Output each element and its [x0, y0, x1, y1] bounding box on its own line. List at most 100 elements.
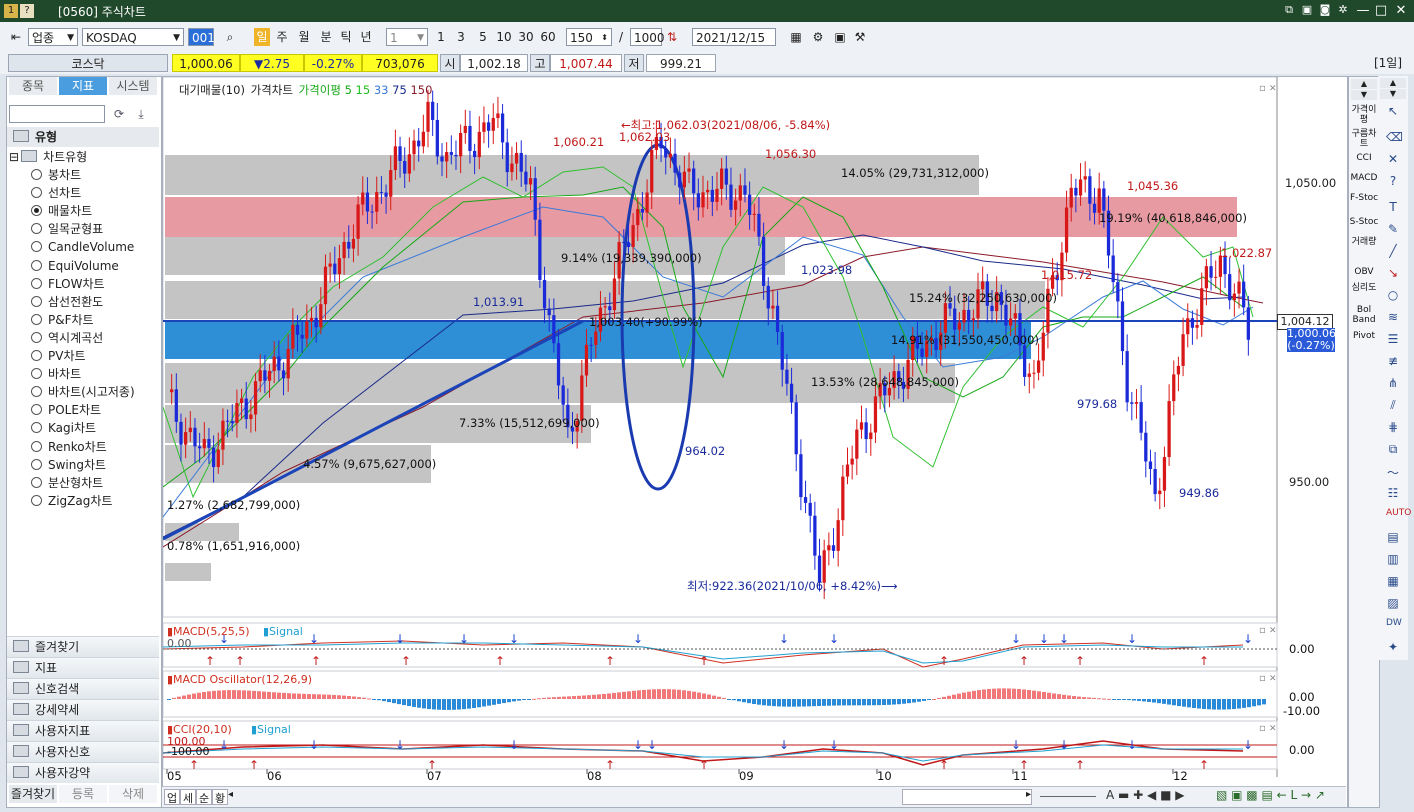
tab-stock[interactable]: 종목 — [9, 77, 57, 95]
indicator-button[interactable]: 심리도 — [1349, 283, 1379, 293]
indicator-button[interactable]: CCI — [1349, 153, 1379, 163]
fan-icon[interactable]: ⋔ — [1386, 376, 1400, 390]
chart-type-item[interactable]: 봉차트 — [7, 166, 157, 184]
maximize-button[interactable]: □ — [1372, 3, 1390, 18]
chart-type-item[interactable]: 역시계곡선 — [7, 329, 157, 347]
period-tick[interactable]: 틱 — [338, 28, 354, 46]
search-icon[interactable]: ⌕ — [220, 28, 240, 46]
chart-type-item[interactable]: Swing차트 — [7, 456, 157, 474]
download-icon[interactable]: ⤓ — [133, 105, 149, 123]
tool-icon[interactable]: ⚒ — [852, 28, 868, 46]
left-bottom-tab[interactable]: 삭제 — [109, 785, 157, 803]
folder-item[interactable]: 사용자지표 — [7, 720, 159, 741]
options-icon[interactable]: ⚙ — [810, 28, 826, 46]
window-icon[interactable]: ▣ — [1298, 3, 1316, 16]
period-minute[interactable]: 분 — [318, 28, 334, 46]
restore-icon[interactable]: ⧉ — [1280, 3, 1298, 17]
subsection-chart-type[interactable]: ⊟ 차트유형 — [7, 148, 157, 166]
indicator-button[interactable]: MACD — [1349, 173, 1379, 183]
left-bottom-tab[interactable]: 즐겨찾기 — [9, 785, 57, 803]
chart-type-item[interactable]: 바차트 — [7, 365, 157, 383]
scroll-up-icon[interactable]: ▲ — [1351, 79, 1377, 89]
chart-type-item[interactable]: P&F차트 — [7, 311, 157, 329]
help-tool-icon[interactable]: ? — [1386, 174, 1400, 188]
prev-icon[interactable]: ⇤ — [8, 28, 24, 46]
gear-icon[interactable]: ✲ — [1334, 3, 1352, 16]
spin-icon[interactable]: ⇅ — [664, 28, 680, 46]
doc-icon[interactable]: ▥ — [1386, 552, 1400, 566]
tool-down-icon[interactable]: ▼ — [1380, 89, 1406, 99]
period-year[interactable]: 년 — [358, 28, 374, 46]
indicator-button[interactable]: S-Stoc — [1349, 217, 1379, 227]
interval-select[interactable]: 1 ▼ — [386, 28, 428, 46]
indicator-button[interactable]: OBV — [1349, 267, 1379, 277]
chart-type-item[interactable]: CandleVolume — [7, 238, 157, 256]
help-icon[interactable]: ? — [20, 4, 34, 18]
chart-type-item[interactable]: FLOW차트 — [7, 275, 157, 293]
wave-icon[interactable]: 〜 — [1386, 464, 1400, 481]
indicator-button[interactable]: Bol Band — [1349, 305, 1379, 325]
bars-icon[interactable]: ☷ — [1386, 486, 1400, 500]
horizontal-scrollbar[interactable] — [902, 789, 1032, 805]
folder-item[interactable]: 지표 — [7, 657, 159, 678]
left-bottom-tab[interactable]: 등록 — [59, 785, 107, 803]
chart-type-item[interactable]: 일목균형표 — [7, 220, 157, 238]
wrench-icon[interactable]: ✦ — [1386, 640, 1400, 654]
section-type[interactable]: 유형 — [7, 127, 159, 147]
list-icon[interactable]: ☰ — [1386, 332, 1400, 346]
ray-icon[interactable]: ↘ — [1386, 266, 1400, 280]
folder-item[interactable]: 강세약세 — [7, 699, 159, 720]
chart-type-item[interactable]: 선차트 — [7, 184, 157, 202]
chart-type-item[interactable]: 분산형차트 — [7, 474, 157, 492]
trash-icon[interactable]: ✕ — [1386, 152, 1400, 166]
quick-30[interactable]: 30 — [516, 28, 536, 46]
tab-system[interactable]: 시스템 — [109, 77, 157, 95]
fib-icon[interactable]: ≢ — [1386, 354, 1400, 368]
eraser-icon[interactable]: ⌫ — [1386, 130, 1403, 144]
chart-area[interactable]: 1,060.21 1,062.03 1,056.30 1,045.36 1,022.87… — [162, 76, 1348, 808]
chart-type-item[interactable]: 바차트(시고저종) — [7, 383, 157, 401]
chart-type-item[interactable]: 매물차트 — [7, 202, 157, 220]
indicator-button[interactable]: F-Stoc — [1349, 193, 1379, 203]
market-select[interactable]: 업종 ▼ — [28, 28, 78, 46]
period-week[interactable]: 주 — [274, 28, 290, 46]
grid-icon[interactable]: ⋕ — [1386, 420, 1400, 434]
chart-svg[interactable]: 1,060.21 1,062.031,056.301,045.361,022.87… — [163, 77, 1347, 807]
tool-up-icon[interactable]: ▲ — [1380, 78, 1406, 88]
cursor-icon[interactable]: ↖ — [1386, 104, 1400, 118]
chart-type-item[interactable]: POLE차트 — [7, 401, 157, 419]
nav-controls[interactable]: A ▬ ✚ ◀ ■ ▶ — [1106, 788, 1184, 802]
text-icon[interactable]: T — [1386, 200, 1400, 214]
chart-type-item[interactable]: EquiVolume — [7, 257, 157, 275]
left-arrow-icon[interactable]: ◂ — [228, 789, 238, 800]
bottom-tab-up[interactable]: 업 — [164, 789, 180, 805]
refresh-icon[interactable]: ⟳ — [111, 105, 127, 123]
folder-item[interactable]: 즐겨찾기 — [7, 636, 159, 657]
channel-icon[interactable]: ≋ — [1386, 310, 1400, 324]
auto-icon[interactable]: AUTO — [1386, 508, 1411, 518]
scroll-down-icon[interactable]: ▼ — [1351, 90, 1377, 100]
quick-10[interactable]: 10 — [494, 28, 514, 46]
right-arrow-icon[interactable]: ▸ — [1026, 789, 1031, 800]
minimize-button[interactable]: — — [1354, 3, 1372, 18]
indicator-button[interactable]: 가격이평 — [1349, 105, 1379, 125]
chart-type-item[interactable]: Renko차트 — [7, 438, 157, 456]
circle-icon[interactable]: ○ — [1386, 288, 1400, 302]
quick-60[interactable]: 60 — [538, 28, 558, 46]
quick-1[interactable]: 1 — [434, 28, 448, 46]
close-button[interactable]: ✕ — [1392, 3, 1410, 18]
chart-type-item[interactable]: PV차트 — [7, 347, 157, 365]
indicator-button[interactable]: Pivot — [1349, 331, 1379, 341]
dw-icon[interactable]: DW — [1386, 618, 1402, 628]
code-button[interactable]: 001 — [188, 28, 215, 46]
bottom-tab-hwang[interactable]: 황 — [212, 789, 228, 805]
period-day[interactable]: 일 — [254, 28, 270, 46]
line-icon[interactable]: ╱ — [1386, 244, 1400, 258]
date-picker[interactable]: 2021/12/15▼ — [692, 28, 776, 61]
quick-3[interactable]: 3 — [454, 28, 468, 46]
chart-type-item[interactable]: ZigZag차트 — [7, 492, 157, 510]
speed-icon[interactable]: ⫽ — [1386, 398, 1400, 413]
index-select[interactable]: KOSDAQ ▼ — [82, 28, 184, 46]
chart-type-item[interactable]: Kagi차트 — [7, 419, 157, 437]
save-icon[interactable]: ▣ — [832, 28, 848, 46]
